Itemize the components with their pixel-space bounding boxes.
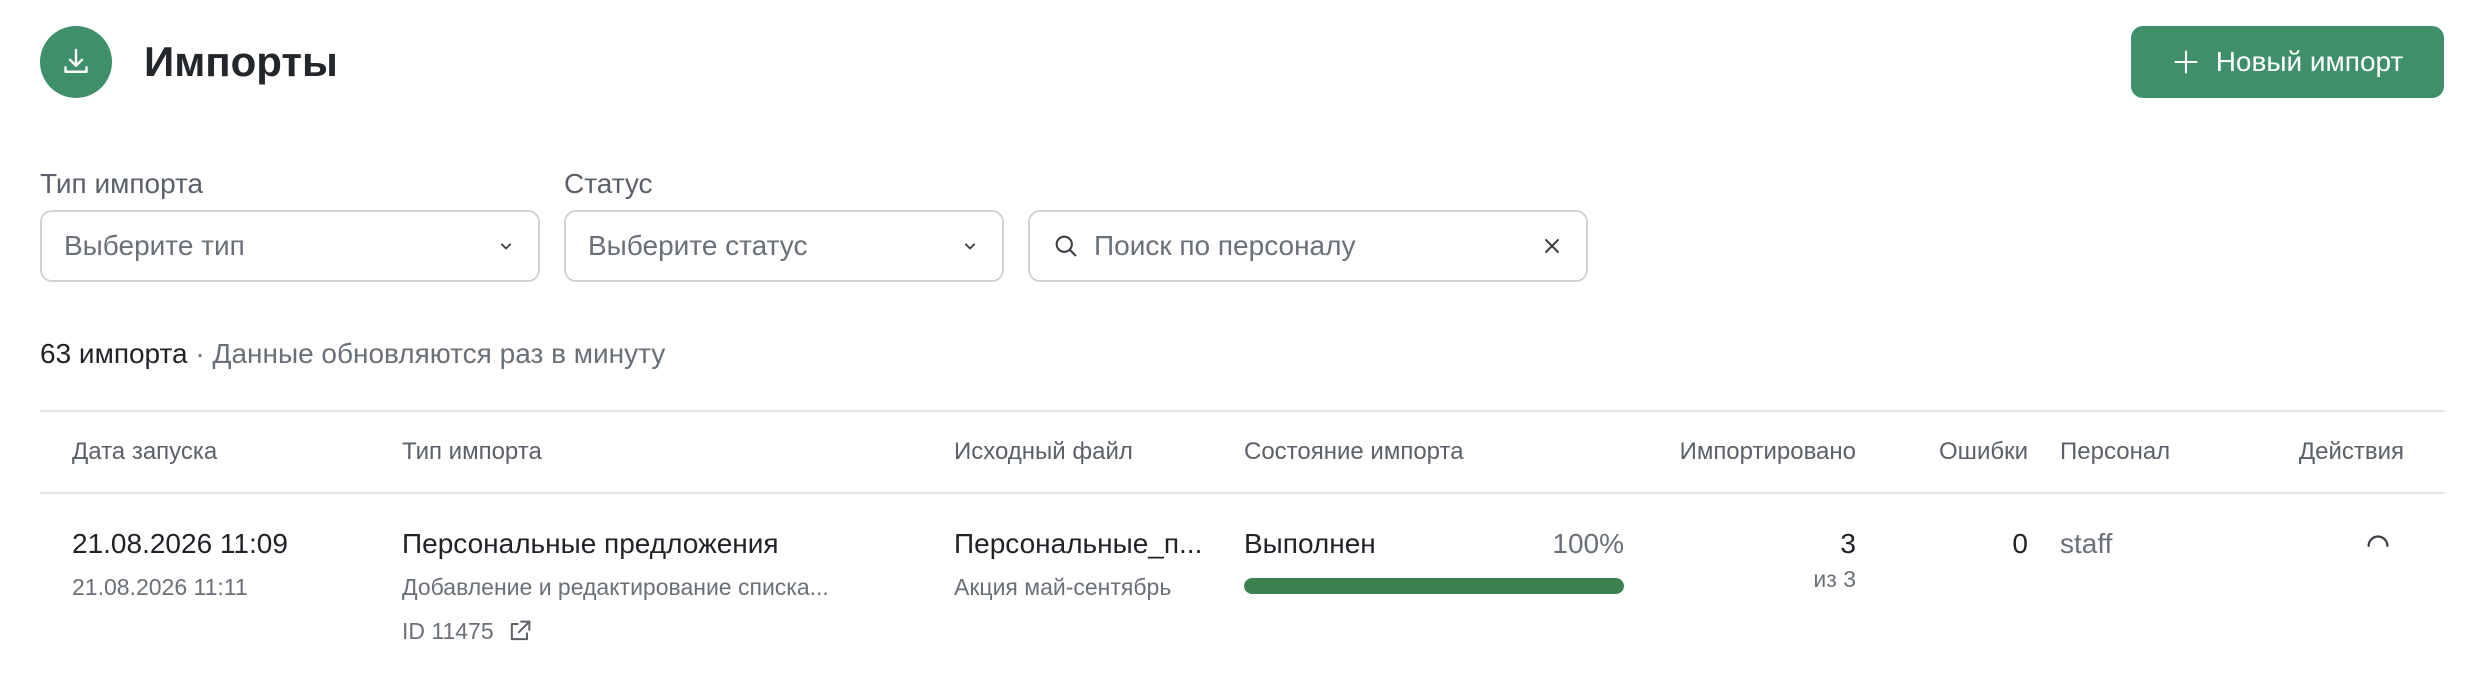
external-link-icon <box>506 617 534 645</box>
column-header-date: Дата запуска <box>72 438 218 465</box>
column-header-actions: Действия <box>2298 438 2404 465</box>
chevron-down-icon <box>496 236 516 256</box>
imports-count: 63 импорта <box>40 338 188 369</box>
imports-page: Импорты Новый импорт Тип импорта Выберит… <box>0 0 2480 678</box>
row-end-date: 21.08.2026 11:11 <box>72 574 248 600</box>
loading-spinner-icon[interactable] <box>2362 528 2394 560</box>
chevron-down-icon <box>960 236 980 256</box>
row-progress-bar <box>1244 578 1624 594</box>
clear-search-icon[interactable] <box>1540 234 1564 258</box>
row-imported-count: 3 <box>1840 528 1856 559</box>
new-import-label: Новый импорт <box>2215 46 2404 77</box>
status-select-value: Выберите статус <box>588 230 808 261</box>
row-source-file-description: Акция май-сентябрь <box>954 574 1172 600</box>
search-icon <box>1052 232 1080 260</box>
status-select[interactable]: Выберите статус <box>564 210 1004 282</box>
row-import-id-link[interactable]: ID 11475 <box>402 616 534 646</box>
type-select[interactable]: Выберите тип <box>40 210 540 282</box>
imports-summary: 63 импорта · Данные обновляются раз в ми… <box>40 336 665 372</box>
column-header-type: Тип импорта <box>402 438 542 465</box>
table-top-divider <box>40 410 2444 412</box>
refresh-note: · Данные обновляются раз в минуту <box>187 338 666 369</box>
row-errors-count: 0 <box>2012 528 2028 559</box>
row-staff: staff <box>2060 528 2113 559</box>
type-select-value: Выберите тип <box>64 230 245 261</box>
row-source-file[interactable]: Персональные_п... <box>954 526 1224 562</box>
column-header-state: Состояние импорта <box>1244 438 1464 465</box>
column-header-staff: Персонал <box>2060 438 2171 465</box>
table-row[interactable]: 21.08.2026 11:09 21.08.2026 11:11 Персон… <box>0 494 2480 678</box>
column-header-imported: Импортировано <box>1679 438 1856 465</box>
staff-search-input[interactable] <box>1094 230 1526 262</box>
row-import-id: ID 11475 <box>402 618 494 644</box>
column-header-errors: Ошибки <box>1939 438 2028 465</box>
plus-icon <box>2172 48 2200 76</box>
page-title: Импорты <box>144 38 338 85</box>
staff-search-box[interactable] <box>1028 210 1588 282</box>
row-start-date: 21.08.2026 11:09 <box>72 528 288 559</box>
row-imported-total: из 3 <box>1813 566 1856 592</box>
column-header-file: Исходный файл <box>954 438 1133 465</box>
row-progress-percent: 100% <box>1552 528 1624 559</box>
new-import-button[interactable]: Новый импорт <box>2131 26 2444 98</box>
row-progress-fill <box>1244 578 1624 594</box>
row-import-state: Выполнен <box>1244 528 1376 559</box>
status-filter-label: Статус <box>564 168 653 199</box>
download-icon <box>40 26 112 98</box>
type-filter-label: Тип импорта <box>40 168 204 199</box>
row-import-description: Добавление и редактирование списка... <box>402 574 829 600</box>
row-import-type: Персональные предложения <box>402 528 779 559</box>
